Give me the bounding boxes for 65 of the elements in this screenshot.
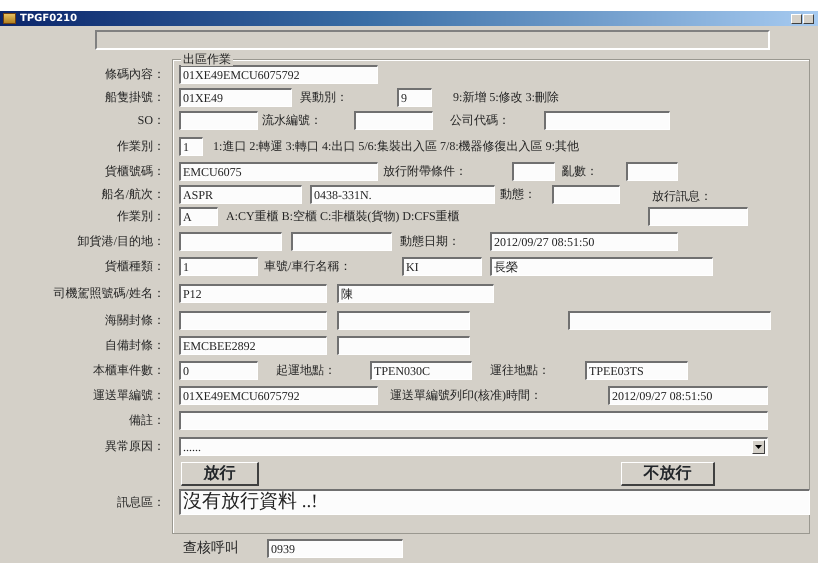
field-label: 異動別：	[300, 89, 349, 106]
field-label: 查核呼叫	[183, 540, 240, 558]
field-label: 備註：	[128, 412, 165, 429]
field-label: 條碼內容：	[104, 66, 165, 83]
dropdown-arrow-button[interactable]	[752, 440, 765, 454]
field-label: SO：	[136, 112, 165, 129]
input-field[interactable]: 9	[397, 88, 432, 106]
input-field[interactable]: 長榮	[490, 256, 713, 276]
caret-icon	[755, 444, 762, 448]
field-label: 動態日期：	[400, 233, 461, 250]
field-label: 運往地點：	[490, 362, 551, 379]
field-label: 運送單編號列印(核准)時間：	[390, 387, 543, 404]
app-icon	[3, 13, 16, 24]
input-field[interactable]: TPEE03TS	[585, 360, 688, 380]
field-label: 放行訊息：	[652, 188, 713, 205]
field-label: 自備封條：	[104, 337, 165, 354]
field-label: 異常原因：	[104, 438, 165, 455]
field-label: 貨櫃種類：	[104, 258, 165, 275]
field-label: 訊息區：	[116, 494, 165, 511]
input-field[interactable]: 0438-331N.	[310, 184, 495, 204]
input-field[interactable]: 0939	[267, 538, 403, 558]
field-label: 放行附帶條件：	[383, 163, 468, 180]
input-field[interactable]: 陳	[337, 284, 494, 302]
field-label: 流水編號：	[262, 112, 323, 129]
input-field[interactable]: EMCU6075	[179, 162, 378, 180]
field-label: 作業別：	[116, 138, 165, 155]
input-field[interactable]: P12	[179, 284, 327, 302]
field-label: 動態：	[500, 186, 537, 203]
field-label: 運送單編號：	[92, 387, 165, 404]
field-label: 亂數：	[562, 163, 599, 180]
input-field[interactable]: TPEN030C	[370, 360, 472, 380]
action-button[interactable]: 不放行	[621, 462, 715, 486]
input-field[interactable]: 2012/09/27 08:51:50	[490, 232, 678, 250]
maximize-button[interactable]	[803, 14, 814, 24]
code-legend: A:CY重櫃 B:空櫃 C:非櫃裝(貨物) D:CFS重櫃	[226, 207, 556, 225]
field-label: 司機駕照號碼/姓名：	[52, 285, 165, 302]
field-label: 本櫃車件數：	[92, 362, 165, 379]
input-field[interactable]: 01XE49	[179, 88, 292, 106]
field-label: 起運地點：	[276, 362, 337, 379]
input-field[interactable]: ASPR	[179, 184, 302, 204]
input-field[interactable]: 1	[179, 136, 203, 156]
field-label: 貨櫃號碼：	[104, 163, 165, 180]
message-field[interactable]: 沒有放行資料 ..!	[179, 489, 810, 515]
field-label: 作業別：	[116, 208, 165, 225]
minimize-button[interactable]	[791, 14, 802, 24]
window-title: TPGF0210	[20, 12, 78, 26]
code-legend: 9:新增 5:修改 3:刪除	[453, 88, 623, 106]
group-title: 出區作業	[181, 52, 233, 66]
dropdown-field[interactable]: ......	[179, 436, 768, 456]
field-label: 船名/航次：	[100, 186, 165, 203]
input-field[interactable]: EMCBEE2892	[179, 336, 327, 354]
input-field[interactable]: 1	[179, 256, 258, 276]
field-label: 卸貨港/目的地：	[76, 233, 165, 250]
action-button[interactable]: 放行	[181, 462, 259, 486]
input-field[interactable]: 01XE49EMCU6075792	[179, 64, 378, 84]
input-field[interactable]: 01XE49EMCU6075792	[179, 386, 378, 404]
field-label: 公司代碼：	[450, 112, 511, 129]
input-field[interactable]: KI	[402, 256, 482, 276]
field-label: 海關封條：	[104, 312, 165, 329]
input-field[interactable]: 2012/09/27 08:51:50	[608, 386, 768, 404]
code-legend: 1:進口 2:轉運 3:轉口 4:出口 5/6:集裝出入區 7/8:機器修復出入區 9:其他	[213, 137, 753, 155]
field-label: 車號/車行名稱：	[264, 258, 352, 275]
input-field[interactable]: A	[179, 206, 218, 226]
field-label: 船隻掛號：	[104, 89, 165, 106]
input-field[interactable]: 0	[179, 360, 258, 380]
